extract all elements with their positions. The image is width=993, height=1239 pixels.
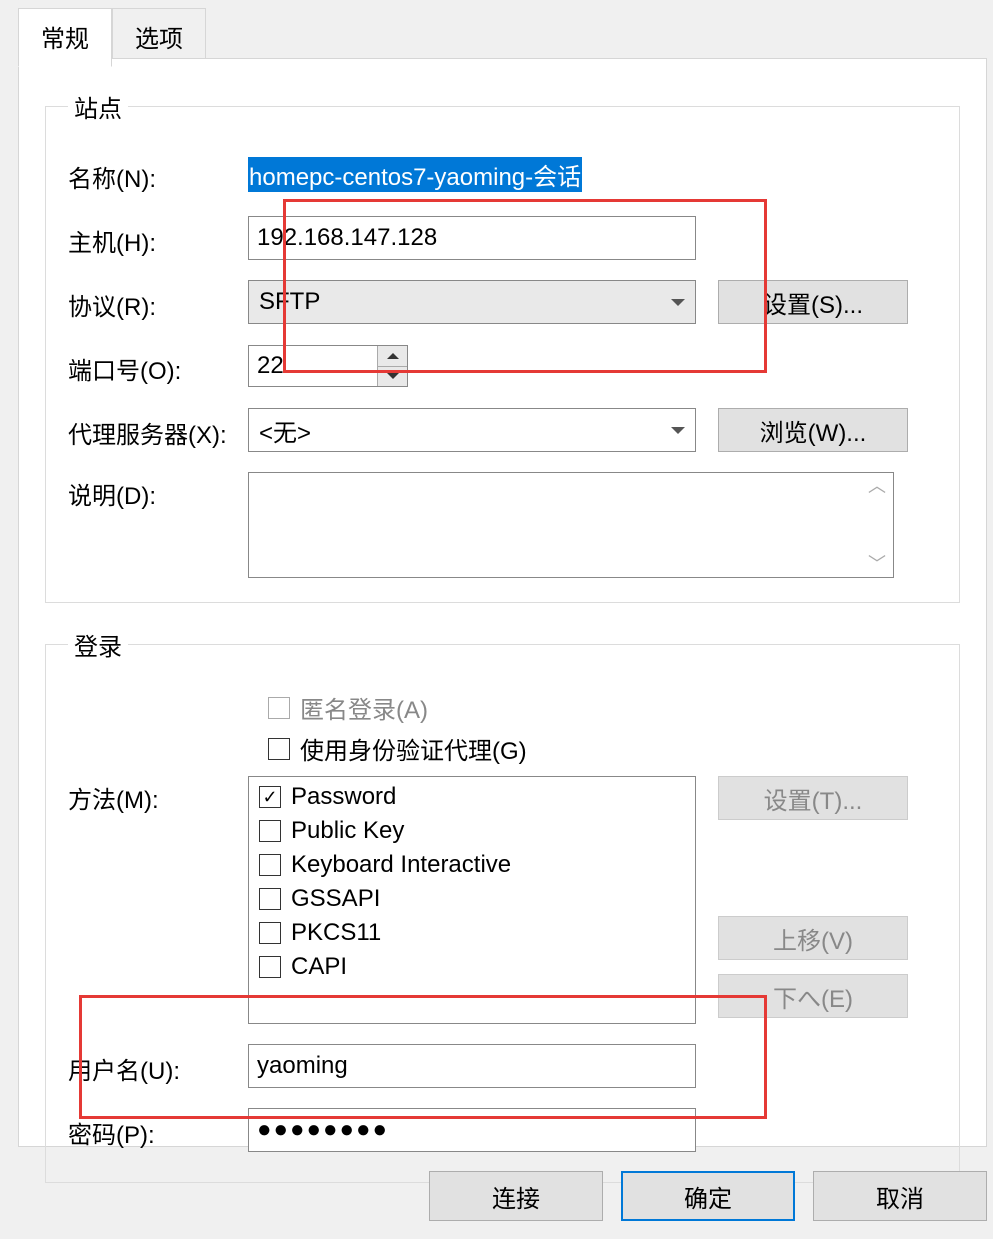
method-settings-button: 设置(T)... xyxy=(718,776,908,820)
tab-general[interactable]: 常规 xyxy=(18,8,112,67)
method-publickey-checkbox[interactable] xyxy=(259,820,281,842)
login-fieldset: 登录 匿名登录(A) 使用身份验证代理(G) 方法(M): ✓ Password … xyxy=(45,627,960,1183)
triangle-down-icon xyxy=(387,373,399,379)
proxy-select[interactable]: <无> xyxy=(248,408,696,452)
scroll-down-icon[interactable]: ﹀ xyxy=(868,555,886,573)
method-keyboard-checkbox[interactable] xyxy=(259,854,281,876)
username-label: 用户名(U): xyxy=(68,1047,248,1086)
connect-button[interactable]: 连接 xyxy=(429,1171,603,1221)
port-input[interactable] xyxy=(249,346,377,386)
method-capi-checkbox[interactable] xyxy=(259,956,281,978)
protocol-label: 协议(R): xyxy=(68,283,248,322)
password-input[interactable] xyxy=(248,1108,696,1152)
name-value: homepc-centos7-yaoming-会话 xyxy=(248,157,582,192)
method-password-checkbox[interactable]: ✓ xyxy=(259,786,281,808)
method-gssapi-checkbox[interactable] xyxy=(259,888,281,910)
host-input[interactable] xyxy=(248,216,696,260)
port-label: 端口号(O): xyxy=(68,347,248,386)
chevron-down-icon xyxy=(671,427,685,434)
auth-method-listbox[interactable]: ✓ Password Public Key Keyboard Interactiv… xyxy=(248,776,696,1024)
method-label: 方法(M): xyxy=(68,776,248,815)
tab-content: 站点 名称(N): homepc-centos7-yaoming-会话 主机(H… xyxy=(18,58,987,1147)
name-label: 名称(N): xyxy=(68,155,248,194)
method-publickey-label: Public Key xyxy=(291,817,404,845)
proxy-browse-button[interactable]: 浏览(W)... xyxy=(718,408,908,452)
auth-agent-checkbox[interactable] xyxy=(268,738,290,760)
site-fieldset: 站点 名称(N): homepc-centos7-yaoming-会话 主机(H… xyxy=(45,89,960,603)
triangle-up-icon xyxy=(387,353,399,359)
tab-bar: 常规 选项 xyxy=(0,0,993,67)
anon-login-checkbox-row: 匿名登录(A) xyxy=(268,690,937,725)
method-password-label: Password xyxy=(291,783,396,811)
port-spin-down[interactable] xyxy=(378,367,407,387)
method-keyboard-label: Keyboard Interactive xyxy=(291,851,511,879)
ok-button[interactable]: 确定 xyxy=(621,1171,795,1221)
description-label: 说明(D): xyxy=(68,472,248,511)
method-gssapi-label: GSSAPI xyxy=(291,885,380,913)
method-capi-label: CAPI xyxy=(291,953,347,981)
password-label: 密码(P): xyxy=(68,1111,248,1150)
move-up-button: 上移(V) xyxy=(718,916,908,960)
username-input[interactable] xyxy=(248,1044,696,1088)
port-spin-up[interactable] xyxy=(378,346,407,367)
login-legend: 登录 xyxy=(68,627,128,662)
auth-agent-label: 使用身份验证代理(G) xyxy=(300,731,527,766)
move-down-button: 下へ(E) xyxy=(718,974,908,1018)
dialog-button-bar: 连接 确定 取消 xyxy=(429,1171,987,1221)
auth-agent-checkbox-row[interactable]: 使用身份验证代理(G) xyxy=(268,731,937,766)
cancel-button[interactable]: 取消 xyxy=(813,1171,987,1221)
protocol-value: SFTP xyxy=(259,288,320,316)
method-pkcs11-label: PKCS11 xyxy=(291,919,381,947)
anon-login-checkbox xyxy=(268,697,290,719)
scroll-up-icon[interactable]: ︿ xyxy=(868,477,886,495)
host-label: 主机(H): xyxy=(68,219,248,258)
site-legend: 站点 xyxy=(68,89,128,124)
protocol-select[interactable]: SFTP xyxy=(248,280,696,324)
method-pkcs11-checkbox[interactable] xyxy=(259,922,281,944)
proxy-label: 代理服务器(X): xyxy=(68,411,248,450)
chevron-down-icon xyxy=(671,299,685,306)
proxy-value: <无> xyxy=(259,413,311,448)
description-textarea[interactable]: ︿ ﹀ xyxy=(248,472,894,578)
name-input[interactable]: homepc-centos7-yaoming-会话 xyxy=(248,157,696,192)
port-spinner[interactable] xyxy=(248,345,408,387)
anon-login-label: 匿名登录(A) xyxy=(300,690,428,725)
protocol-settings-button[interactable]: 设置(S)... xyxy=(718,280,908,324)
